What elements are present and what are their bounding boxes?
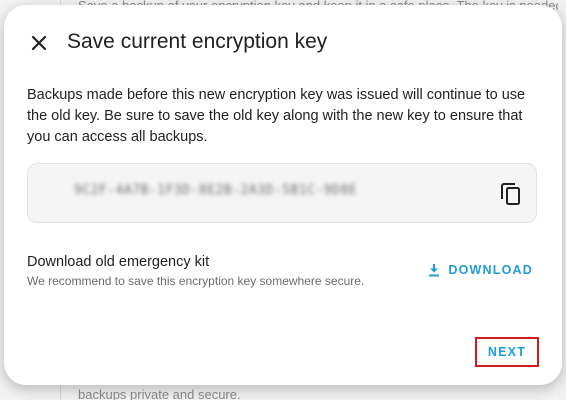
dialog-title: Save current encryption key [67,30,328,53]
download-kit-subtitle: We recommend to save this encryption key… [27,274,365,288]
next-button[interactable]: NEXT [475,337,539,367]
background-bottom-text: backups private and secure. [78,388,241,400]
dialog-header: Save current encryption key [4,5,562,75]
download-kit-title: Download old emergency kit [27,254,210,270]
copy-icon [501,183,520,205]
copy-key-button[interactable] [498,181,524,207]
close-icon [31,35,47,51]
encryption-key-value[interactable]: 9C2F-4A7B-1F3D-8E2B-2A3D-5B1C-9D8E [74,183,357,198]
download-icon [429,264,440,277]
download-button[interactable]: DOWNLOAD [428,259,533,281]
download-kit-row: Download old emergency kit We recommend … [27,252,539,292]
dialog-description: Backups made before this new encryption … [27,87,526,145]
close-button[interactable] [26,30,52,56]
dialog-body: Backups made before this new encryption … [27,85,539,148]
encryption-key-field[interactable]: 9C2F-4A7B-1F3D-8E2B-2A3D-5B1C-9D8E [27,163,537,223]
download-button-label: DOWNLOAD [448,263,533,277]
encryption-key-dialog: Save current encryption key Backups made… [4,5,562,385]
